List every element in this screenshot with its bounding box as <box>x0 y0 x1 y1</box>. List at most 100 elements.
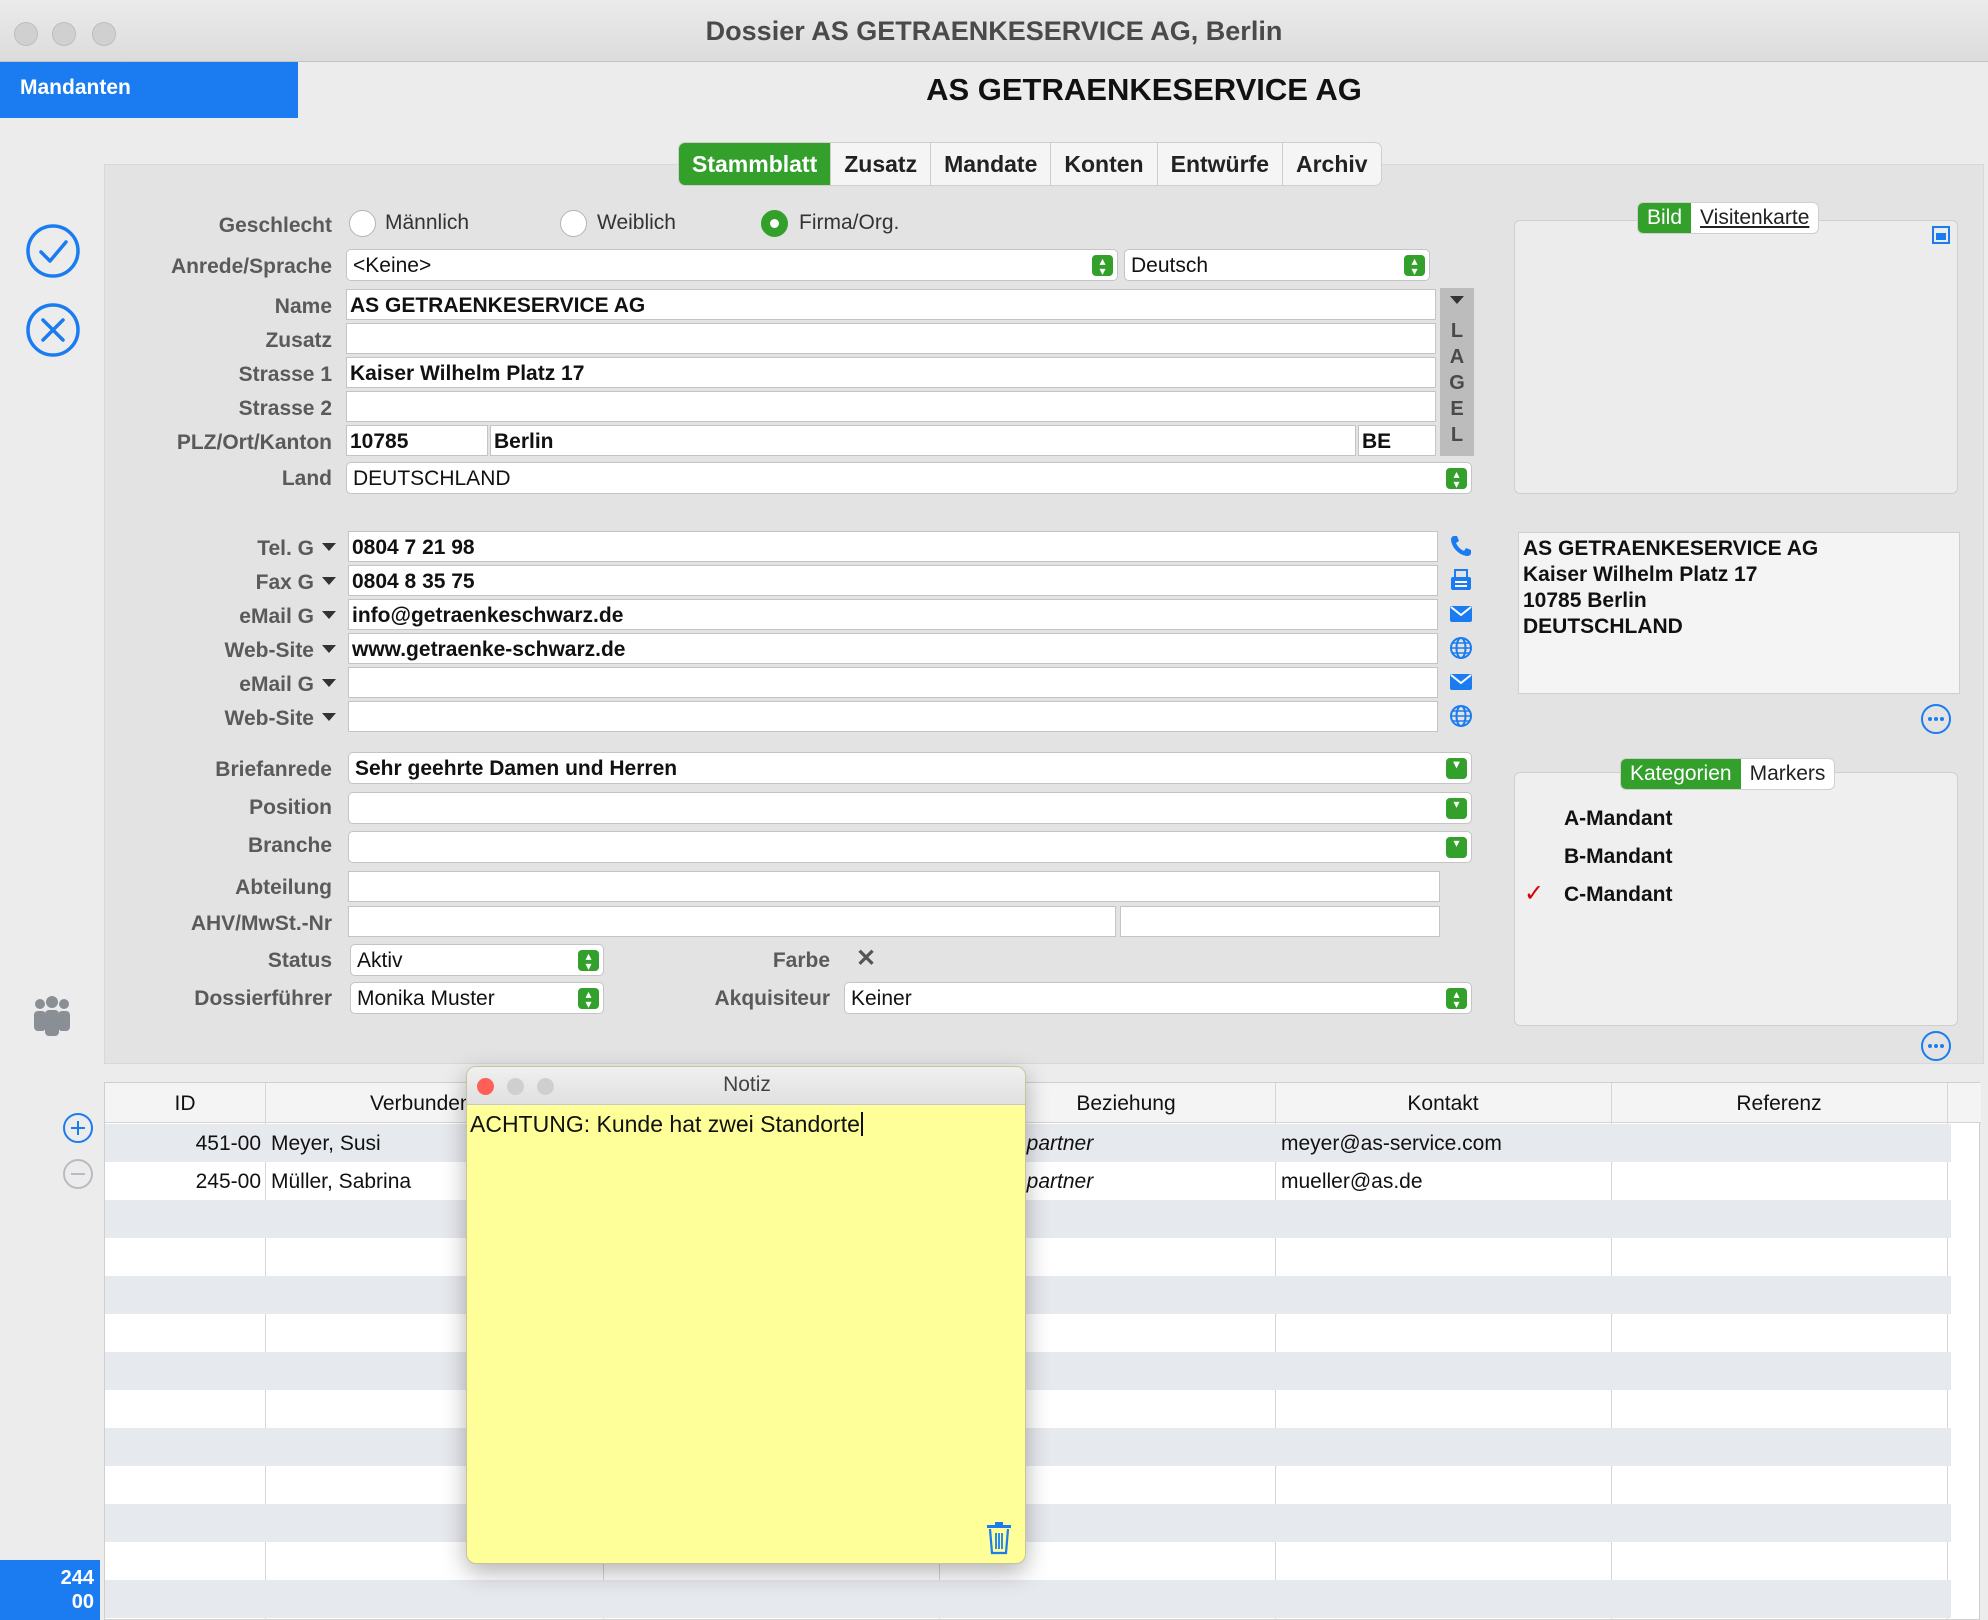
plz-label: PLZ/Ort/Kanton <box>176 431 332 454</box>
column-header-kontakt[interactable]: Kontakt <box>1275 1092 1611 1116</box>
contact-type-dropdown-icon[interactable] <box>322 543 336 551</box>
category-item-c[interactable]: C-Mandant <box>1564 883 1673 907</box>
dossier-tabs: Stammblatt Zusatz Mandate Konten Entwürf… <box>678 142 1382 186</box>
contact-type-dropdown-icon[interactable] <box>322 713 336 721</box>
tab-zusatz[interactable]: Zusatz <box>831 143 932 185</box>
ahv-label: AHV/MwSt.-Nr <box>190 912 332 935</box>
tab-bild[interactable]: Bild <box>1638 203 1692 233</box>
table-row[interactable]: 451-00 Meyer, Susi hpartner meyer@as-ser… <box>105 1124 1951 1162</box>
dossierfuehrer-select[interactable]: Monika Muster ▴ ▾ <box>350 982 604 1014</box>
tab-stammblatt[interactable]: Stammblatt <box>679 143 832 185</box>
table-row[interactable]: 245-00 Müller, Sabrina hpartner mueller@… <box>105 1162 1951 1200</box>
strasse1-label: Strasse 1 <box>238 363 332 386</box>
ort-field[interactable]: Berlin <box>490 425 1356 456</box>
sprache-select[interactable]: Deutsch ▴ ▾ <box>1124 249 1430 281</box>
confirm-check-icon[interactable] <box>24 222 82 280</box>
abteilung-field[interactable] <box>348 871 1440 902</box>
tab-mandate[interactable]: Mandate <box>931 143 1052 185</box>
category-item-a[interactable]: A-Mandant <box>1564 807 1673 831</box>
contact-label-email: eMail G <box>239 605 314 628</box>
tab-archiv[interactable]: Archiv <box>1283 143 1381 185</box>
tab-entwuerfe[interactable]: Entwürfe <box>1158 143 1283 185</box>
legal-dropdown-icon[interactable] <box>1450 296 1464 304</box>
fax-icon[interactable] <box>1448 567 1474 593</box>
geschlecht-label: Geschlecht <box>218 214 332 237</box>
cell-beziehung: hpartner <box>1015 1170 1094 1193</box>
add-relation-icon[interactable] <box>62 1112 94 1144</box>
empty-row <box>105 1200 1951 1238</box>
cancel-x-icon[interactable] <box>24 301 82 359</box>
note-title-bar[interactable]: Notiz <box>467 1067 1025 1105</box>
dossier-window: Dossier AS GETRAENKESERVICE AG, Berlin M… <box>0 0 1988 1620</box>
trash-icon[interactable] <box>985 1521 1013 1555</box>
empty-row <box>105 1428 1951 1466</box>
mail-icon[interactable] <box>1448 601 1474 627</box>
mandanten-button[interactable]: Mandanten <box>0 62 298 118</box>
akquisiteur-select[interactable]: Keiner ▴ ▾ <box>844 982 1472 1014</box>
column-header-referenz[interactable]: Referenz <box>1611 1092 1947 1116</box>
address-preview: AS GETRAENKESERVICE AG Kaiser Wilhelm Pl… <box>1518 532 1960 694</box>
strasse2-field[interactable] <box>346 391 1436 422</box>
website-field[interactable]: www.getraenke-schwarz.de <box>348 633 1438 664</box>
address-line: DEUTSCHLAND <box>1523 615 1683 638</box>
contact-type-dropdown-icon[interactable] <box>322 611 336 619</box>
zusatz-label: Zusatz <box>265 329 332 352</box>
ahv-field[interactable] <box>348 906 1116 937</box>
cell-id: 245-00 <box>195 1170 261 1193</box>
email-field-2[interactable] <box>348 667 1438 698</box>
more-options-icon[interactable] <box>1920 1030 1952 1062</box>
fax-field[interactable]: 0804 8 35 75 <box>348 565 1438 596</box>
dropdown-arrow-icon: ▾ <box>1446 837 1467 858</box>
farbe-clear-icon[interactable]: ✕ <box>856 944 876 973</box>
select-arrows-icon: ▴ ▾ <box>1092 255 1113 277</box>
kanton-field[interactable]: BE <box>1358 425 1436 456</box>
note-window[interactable]: Notiz ACHTUNG: Kunde hat zwei Standorte <box>466 1066 1026 1564</box>
globe-icon[interactable] <box>1448 635 1474 661</box>
plz-field[interactable]: 10785 <box>346 425 488 456</box>
dossierfuehrer-label: Dossierführer <box>194 987 332 1010</box>
remove-relation-icon[interactable] <box>62 1158 94 1190</box>
category-item-b[interactable]: B-Mandant <box>1564 845 1673 869</box>
mail-icon[interactable] <box>1448 669 1474 695</box>
phone-icon[interactable] <box>1448 533 1474 559</box>
tab-konten[interactable]: Konten <box>1051 143 1158 185</box>
tel-field[interactable]: 0804 7 21 98 <box>348 531 1438 562</box>
legal-label: LAGEL <box>1449 320 1465 446</box>
contact-type-dropdown-icon[interactable] <box>322 645 336 653</box>
mwst-field[interactable] <box>1120 906 1440 937</box>
email-field[interactable]: info@getraenkeschwarz.de <box>348 599 1438 630</box>
radio-maennlich[interactable] <box>349 210 376 237</box>
address-line: 10785 Berlin <box>1523 589 1647 612</box>
more-options-icon[interactable] <box>1920 703 1952 735</box>
name-field[interactable]: AS GETRAENKESERVICE AG <box>346 289 1436 320</box>
tab-kategorien[interactable]: Kategorien <box>1621 759 1741 789</box>
zusatz-field[interactable] <box>346 323 1436 354</box>
tab-markers[interactable]: Markers <box>1741 759 1835 789</box>
website-field-2[interactable] <box>348 701 1438 732</box>
briefanrede-select[interactable]: Sehr geehrte Damen und Herren ▾ <box>348 752 1472 784</box>
radio-weiblich[interactable] <box>560 210 587 237</box>
contact-type-dropdown-icon[interactable] <box>322 577 336 585</box>
briefanrede-value: Sehr geehrte Damen und Herren <box>355 757 678 780</box>
column-header-id[interactable]: ID <box>105 1092 265 1116</box>
tab-visitenkarte[interactable]: Visitenkarte <box>1691 203 1818 233</box>
picture-tabs: Bild Visitenkarte <box>1637 202 1820 234</box>
contact-label-fax: Fax G <box>255 571 314 594</box>
contact-type-dropdown-icon[interactable] <box>322 679 336 687</box>
picture-box[interactable] <box>1514 220 1958 494</box>
radio-firma[interactable] <box>761 210 788 237</box>
note-text-area[interactable]: ACHTUNG: Kunde hat zwei Standorte <box>470 1111 863 1138</box>
land-label: Land <box>281 467 332 490</box>
land-select[interactable]: DEUTSCHLAND ▴ ▾ <box>346 462 1472 494</box>
position-select[interactable]: ▾ <box>348 792 1472 824</box>
strasse1-field[interactable]: Kaiser Wilhelm Platz 17 <box>346 357 1436 388</box>
people-group-icon[interactable] <box>30 996 74 1038</box>
branche-select[interactable]: ▾ <box>348 831 1472 863</box>
picture-expand-icon[interactable] <box>1932 226 1950 244</box>
globe-icon[interactable] <box>1448 703 1474 729</box>
strasse2-label: Strasse 2 <box>238 397 332 420</box>
select-arrows-icon: ▴ ▾ <box>1404 255 1425 277</box>
record-count-line: 00 <box>71 1591 94 1613</box>
status-select[interactable]: Aktiv ▴ ▾ <box>350 944 604 976</box>
anrede-select[interactable]: <Keine> ▴ ▾ <box>346 249 1118 281</box>
